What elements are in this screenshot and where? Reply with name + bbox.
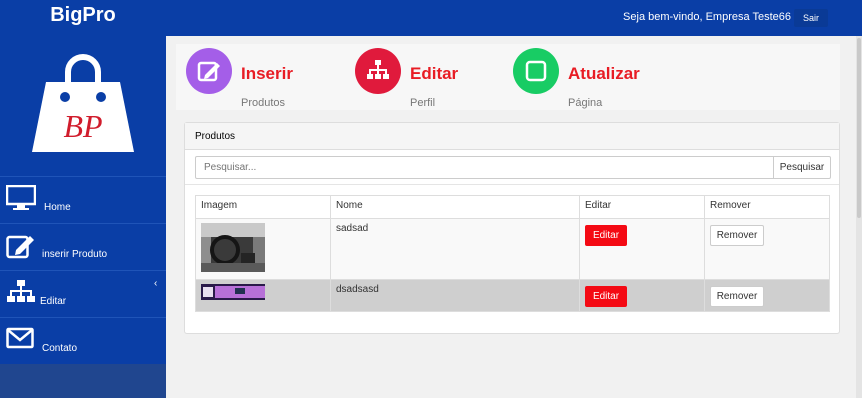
logout-button[interactable]: Sair (794, 9, 828, 27)
edit-icon (197, 61, 220, 82)
sidebar-item-label: Home (44, 202, 71, 213)
monitor-icon (6, 185, 36, 210)
sitemap-icon (7, 280, 35, 302)
column-header-remover: Remover (704, 195, 830, 219)
sidebar-footer (0, 364, 166, 398)
remove-cell: Remover (704, 218, 830, 280)
scrollbar-thumb[interactable] (857, 38, 861, 218)
refresh-icon (525, 60, 547, 82)
sidebar: BigPro BP Home inserir Produto Editar Co… (0, 0, 166, 398)
logo-text: BP (63, 108, 102, 144)
action-circle (355, 48, 401, 94)
action-editar-perfil[interactable]: Editar Perfil (355, 48, 495, 109)
top-bar: Seja bem-vindo, Empresa Teste66 Sair (166, 0, 862, 36)
welcome-text: Seja bem-vindo, Empresa Teste66 (623, 11, 791, 23)
quick-actions: Inserir Produtos Editar Perfil Atualizar… (176, 44, 840, 110)
action-atualizar-pagina[interactable]: Atualizar Página (513, 48, 673, 109)
sidebar-item-label: inserir Produto (42, 249, 108, 260)
divider (185, 184, 839, 185)
edit-button[interactable]: Editar (585, 225, 627, 246)
action-subtitle: Página (568, 97, 603, 109)
sitemap-icon (367, 60, 389, 79)
product-thumbnail[interactable] (201, 223, 265, 272)
action-subtitle: Produtos (241, 97, 286, 109)
brand-title: BigPro (0, 0, 166, 36)
panel-title: Produtos (185, 123, 839, 150)
remove-button[interactable]: Remover (710, 225, 764, 246)
edit-cell: Editar (579, 218, 705, 280)
remove-button[interactable]: Remover (710, 286, 764, 307)
action-circle (186, 48, 232, 94)
edit-cell: Editar (579, 279, 705, 312)
sidebar-item-inserir-produto[interactable]: inserir Produto (0, 223, 166, 270)
envelope-icon (6, 327, 34, 349)
product-name: sadsad (330, 218, 580, 280)
sidebar-nav: Home inserir Produto Editar Contato (0, 176, 166, 364)
sidebar-item-contato[interactable]: Contato (0, 317, 166, 364)
action-inserir-produtos[interactable]: Inserir Produtos (186, 48, 326, 109)
sidebar-item-label: Contato (42, 343, 78, 354)
search-input[interactable] (195, 156, 774, 179)
action-title: Inserir (241, 64, 293, 83)
edit-button[interactable]: Editar (585, 286, 627, 307)
sidebar-collapse-toggle[interactable]: ‹ (154, 278, 157, 289)
search-button[interactable]: Pesquisar (773, 156, 831, 179)
action-title: Editar (410, 64, 459, 83)
product-name: dsadsasd (330, 279, 580, 312)
product-image-cell (195, 218, 331, 280)
sidebar-item-editar[interactable]: Editar (0, 270, 166, 317)
remove-cell: Remover (704, 279, 830, 312)
product-image-cell (195, 279, 331, 312)
sidebar-item-label: Editar (40, 296, 67, 307)
shopping-bag-logo: BP (32, 54, 134, 152)
action-title: Atualizar (568, 64, 640, 83)
table-header-row: Imagem Nome Editar Remover (195, 195, 830, 219)
column-header-editar: Editar (579, 195, 705, 219)
sidebar-item-home[interactable]: Home (0, 176, 166, 223)
action-circle (513, 48, 559, 94)
table-row: sadsad Editar Remover (195, 218, 830, 280)
column-header-imagem: Imagem (195, 195, 331, 219)
products-panel: Produtos Pesquisar Imagem Nome Editar Re… (184, 122, 840, 334)
column-header-nome: Nome (330, 195, 580, 219)
edit-icon (6, 235, 34, 259)
table-row: dsadsasd Editar Remover (195, 279, 830, 312)
product-thumbnail[interactable] (201, 284, 265, 300)
products-table: Imagem Nome Editar Remover sadsad Editar… (195, 195, 830, 312)
action-subtitle: Perfil (410, 97, 436, 109)
